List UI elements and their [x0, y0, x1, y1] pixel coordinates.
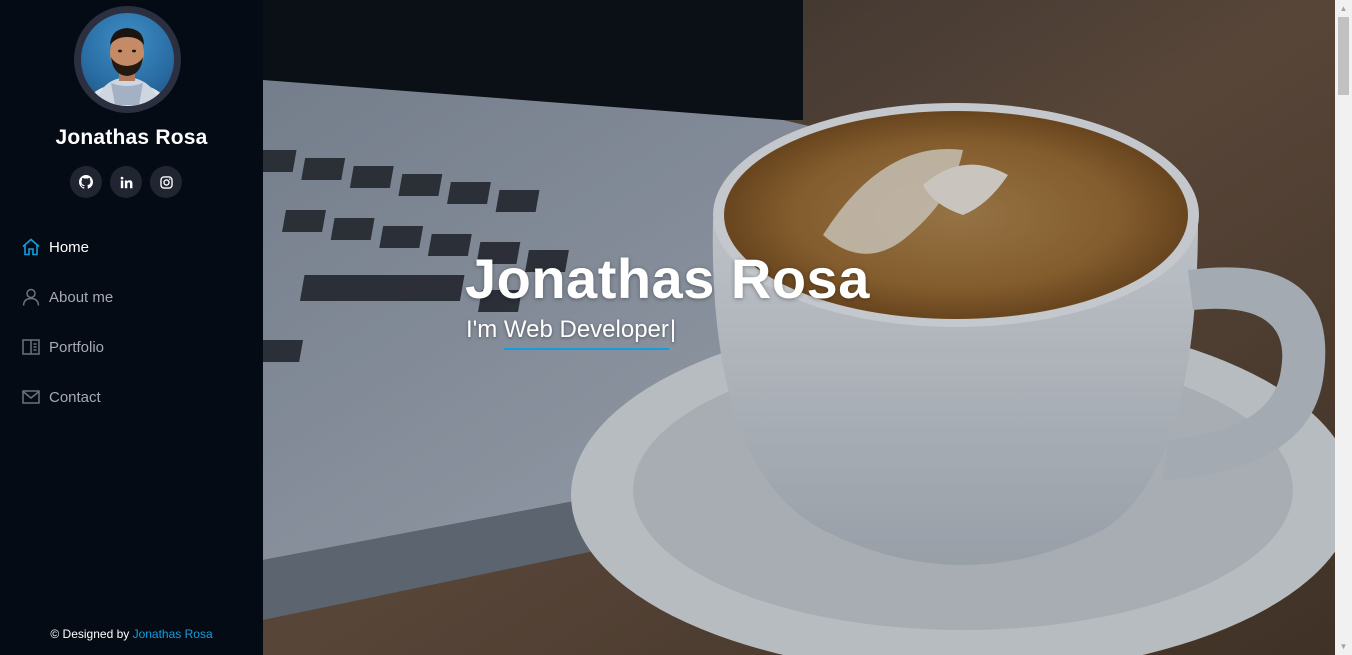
hero-subtitle: I'm Web Developer|: [466, 316, 677, 350]
home-icon: [21, 237, 41, 257]
book-icon: [21, 337, 41, 357]
footer-link[interactable]: Jonathas Rosa: [133, 627, 213, 641]
scroll-up-arrow-icon[interactable]: ▲: [1335, 0, 1352, 17]
hero-title: Jonathas Rosa: [465, 247, 870, 310]
nav-item-about[interactable]: About me: [0, 272, 263, 322]
envelope-icon: [21, 387, 41, 407]
footer-prefix: © Designed by: [50, 627, 133, 641]
profile-photo: [81, 13, 174, 106]
page-scrollbar[interactable]: ▲ ▼: [1335, 0, 1352, 655]
sidebar: Jonathas Rosa Home About me Portfolio Co…: [0, 0, 263, 655]
github-icon[interactable]: [70, 166, 102, 198]
scroll-down-arrow-icon[interactable]: ▼: [1335, 638, 1352, 655]
nav-label-portfolio: Portfolio: [49, 338, 105, 356]
hero-subtitle-prefix: I'm: [466, 316, 504, 343]
instagram-icon[interactable]: [150, 166, 182, 198]
profile-name: Jonathas Rosa: [55, 126, 208, 149]
user-icon: [21, 287, 41, 307]
nav-menu: Home About me Portfolio Contact: [0, 222, 263, 422]
footer-credits: © Designed by Jonathas Rosa: [0, 627, 263, 641]
linkedin-icon[interactable]: [110, 166, 142, 198]
scroll-thumb[interactable]: [1338, 17, 1349, 95]
social-links: [70, 166, 182, 198]
typing-cursor: |: [669, 316, 677, 343]
nav-label-about: About me: [49, 288, 114, 306]
nav-item-portfolio[interactable]: Portfolio: [0, 322, 263, 372]
nav-item-home[interactable]: Home: [0, 222, 263, 272]
hero-typed-text: Web Developer: [503, 316, 669, 350]
hero-section: Jonathas Rosa I'm Web Developer|: [263, 0, 1335, 655]
nav-label-contact: Contact: [49, 388, 101, 406]
hero-overlay: [263, 0, 1335, 655]
nav-item-contact[interactable]: Contact: [0, 372, 263, 422]
avatar: [74, 6, 181, 113]
nav-label-home: Home: [49, 238, 90, 256]
